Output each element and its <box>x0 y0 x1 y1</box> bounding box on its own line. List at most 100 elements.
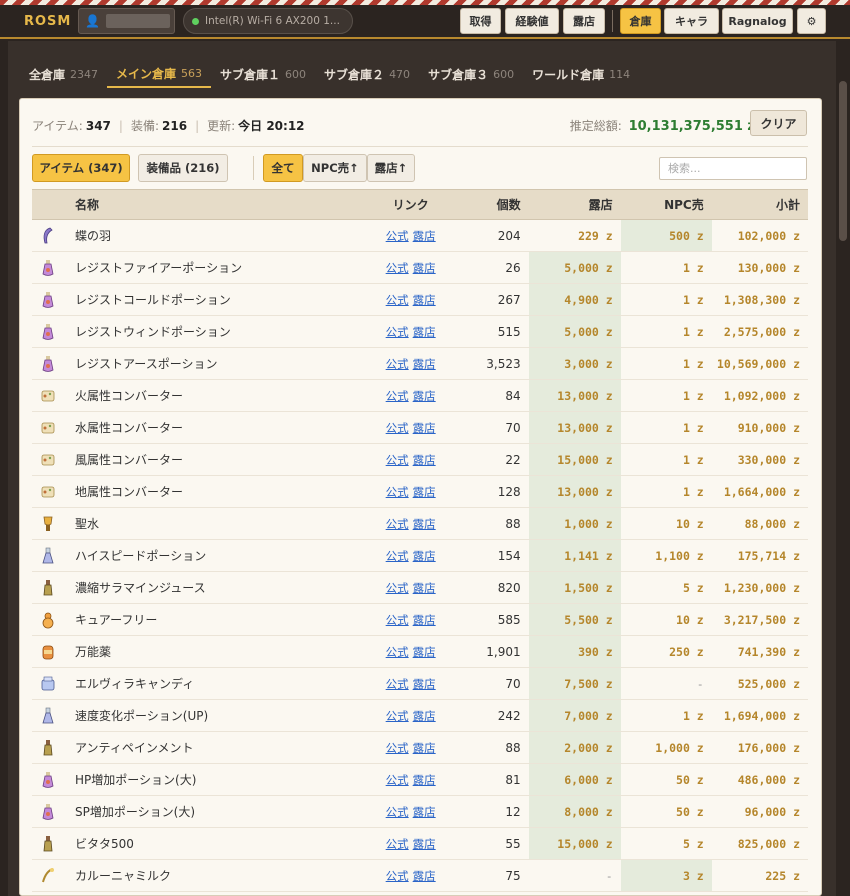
table-row[interactable]: キュアーフリー 公式 露店 585 5,500 z 10 z 3,217,500 z <box>32 603 808 636</box>
official-link[interactable]: 公式 <box>386 773 409 787</box>
official-link[interactable]: 公式 <box>386 421 409 435</box>
shop-link[interactable]: 露店 <box>413 261 436 275</box>
table-row[interactable]: カルーニャミルク 公式 露店 75-3 z 225 z <box>32 859 808 892</box>
official-link[interactable]: 公式 <box>386 805 409 819</box>
shop-link[interactable]: 露店 <box>413 485 436 499</box>
table-row[interactable]: 速度変化ポーション(UP) 公式 露店 242 7,000 z1 z 1,694,000 … <box>32 699 808 732</box>
item-npc-price: 1 z <box>620 475 712 508</box>
official-link[interactable]: 公式 <box>386 869 409 883</box>
gear-icon[interactable]: ⚙ <box>797 8 826 34</box>
tab-storage-2[interactable]: サブ倉庫１ 600 <box>211 60 315 88</box>
nav-button-storage[interactable]: 倉庫 <box>620 8 661 34</box>
tab-storage-4[interactable]: サブ倉庫３ 600 <box>419 60 523 88</box>
table-row[interactable]: 聖水 公式 露店 88 1,000 z 10 z 88,000 z <box>32 507 808 540</box>
shop-link[interactable]: 露店 <box>413 229 436 243</box>
table-row[interactable]: ハイスピードポーション 公式 露店 154 1,141 z 1,100 z 175,714 … <box>32 539 808 572</box>
table-row[interactable]: レジストファイアーポーション 公式 露店 26 5,000 z1 z 130,000 z <box>32 251 808 284</box>
filter-equipment-button[interactable]: 装備品 (216) <box>138 154 228 182</box>
header-shop[interactable]: 露店 <box>528 189 621 220</box>
shop-link[interactable]: 露店 <box>413 293 436 307</box>
table-row[interactable]: 風属性コンバーター 公式 露店 22 15,000 z1 z 330,000 z <box>32 443 808 476</box>
official-link[interactable]: 公式 <box>386 453 409 467</box>
shop-link[interactable]: 露店 <box>413 677 436 691</box>
shop-link[interactable]: 露店 <box>413 517 436 531</box>
shop-link[interactable]: 露店 <box>413 421 436 435</box>
shop-link[interactable]: 露店 <box>413 805 436 819</box>
official-link[interactable]: 公式 <box>386 581 409 595</box>
shop-link[interactable]: 露店 <box>413 453 436 467</box>
official-link[interactable]: 公式 <box>386 293 409 307</box>
shop-link[interactable]: 露店 <box>413 741 436 755</box>
official-link[interactable]: 公式 <box>386 645 409 659</box>
table-row[interactable]: アンティペインメント 公式 露店 88 2,000 z 1,000 z 176,000 z <box>32 731 808 764</box>
nav-button-acquire[interactable]: 取得 <box>460 8 501 34</box>
tab-storage-1[interactable]: メイン倉庫 563 <box>107 60 212 88</box>
search-input[interactable] <box>659 157 807 180</box>
item-subtotal: 1,230,000 z <box>711 571 808 604</box>
clear-button[interactable]: クリア <box>750 110 807 136</box>
header-subtotal[interactable]: 小計 <box>711 189 808 220</box>
official-link[interactable]: 公式 <box>386 357 409 371</box>
nav-button-character[interactable]: キャラ <box>664 8 719 34</box>
shop-link[interactable]: 露店 <box>413 581 436 595</box>
shop-link[interactable]: 露店 <box>413 549 436 563</box>
nav-button-shop[interactable]: 露店 <box>563 8 605 34</box>
nav-button-ragnalog[interactable]: Ragnalog <box>722 8 793 34</box>
item-links-cell: 公式 露店 <box>369 379 453 412</box>
header-qty[interactable]: 個数 <box>452 189 529 220</box>
sort-all-button[interactable]: 全て <box>263 154 303 182</box>
official-link[interactable]: 公式 <box>386 517 409 531</box>
sort-npc-button[interactable]: NPC売↑ <box>303 154 367 182</box>
official-link[interactable]: 公式 <box>386 741 409 755</box>
shop-link[interactable]: 露店 <box>413 613 436 627</box>
table-row[interactable]: 火属性コンバーター 公式 露店 84 13,000 z1 z 1,092,000 z <box>32 379 808 412</box>
table-row[interactable]: 地属性コンバーター 公式 露店 128 13,000 z1 z 1,664,000 z <box>32 475 808 508</box>
official-link[interactable]: 公式 <box>386 485 409 499</box>
user-selector[interactable]: 👤 <box>78 8 175 34</box>
official-link[interactable]: 公式 <box>386 677 409 691</box>
tab-storage-5[interactable]: ワールド倉庫 114 <box>523 60 639 88</box>
official-link[interactable]: 公式 <box>386 325 409 339</box>
shop-link[interactable]: 露店 <box>413 869 436 883</box>
official-link[interactable]: 公式 <box>386 389 409 403</box>
table-row[interactable]: 水属性コンバーター 公式 露店 70 13,000 z1 z 910,000 z <box>32 411 808 444</box>
tab-storage-0[interactable]: 全倉庫 2347 <box>20 60 107 88</box>
table-row[interactable]: レジストコールドポーション 公式 露店 267 4,900 z1 z 1,308,300 … <box>32 283 808 316</box>
shop-link[interactable]: 露店 <box>413 709 436 723</box>
tab-storage-3[interactable]: サブ倉庫２ 470 <box>315 60 419 88</box>
header-npc[interactable]: NPC売 <box>620 189 712 220</box>
item-npc-price: 1 z <box>620 315 712 348</box>
scrollbar-thumb[interactable] <box>839 81 847 241</box>
sort-shop-button[interactable]: 露店↑ <box>367 154 415 182</box>
shop-link[interactable]: 露店 <box>413 773 436 787</box>
table-row[interactable]: SP増加ポーション(大) 公式 露店 12 8,000 z 50 z 96,000 z <box>32 795 808 828</box>
table-row[interactable]: HP増加ポーション(大) 公式 露店 81 6,000 z 50 z 486,000 z <box>32 763 808 796</box>
item-name-cell: 地属性コンバーター <box>63 475 370 508</box>
table-row[interactable]: 蝶の羽 公式 露店 204 229 z 500 z 102,000 z <box>32 219 808 252</box>
potion-icon <box>40 259 56 277</box>
table-row[interactable]: レジストウィンドポーション 公式 露店 515 5,000 z1 z 2,575,000 … <box>32 315 808 348</box>
official-link[interactable]: 公式 <box>386 261 409 275</box>
header-name[interactable]: 名称 <box>63 189 370 220</box>
nav-button-exp[interactable]: 経験値 <box>505 8 559 34</box>
shop-link[interactable]: 露店 <box>413 357 436 371</box>
table-row[interactable]: 濃縮サラマインジュース 公式 露店 820 1,500 z5 z 1,230,000 z <box>32 571 808 604</box>
item-name: SP増加ポーション(大) <box>75 805 196 819</box>
scrollbar[interactable] <box>836 41 850 896</box>
official-link[interactable]: 公式 <box>386 613 409 627</box>
shop-link[interactable]: 露店 <box>413 645 436 659</box>
table-row[interactable]: 万能薬 公式 露店 1,901 390 z 250 z 741,390 z <box>32 635 808 668</box>
shop-link[interactable]: 露店 <box>413 325 436 339</box>
filter-items-button[interactable]: アイテム (347) <box>32 154 130 182</box>
official-link[interactable]: 公式 <box>386 549 409 563</box>
table-row[interactable]: エルヴィラキャンディ 公式 露店 70 7,500 z -525,000 z <box>32 667 808 700</box>
official-link[interactable]: 公式 <box>386 229 409 243</box>
official-link[interactable]: 公式 <box>386 837 409 851</box>
network-adapter-select[interactable]: Intel(R) Wi-Fi 6 AX200 1... <box>183 8 353 34</box>
official-link[interactable]: 公式 <box>386 709 409 723</box>
table-row[interactable]: レジストアースポーション 公式 露店 3,523 3,000 z1 z 10,569,00… <box>32 347 808 380</box>
shop-link[interactable]: 露店 <box>413 837 436 851</box>
item-name-cell: 速度変化ポーション(UP) <box>63 699 370 732</box>
shop-link[interactable]: 露店 <box>413 389 436 403</box>
table-row[interactable]: ビタタ500 公式 露店 55 15,000 z5 z 825,000 z <box>32 827 808 860</box>
